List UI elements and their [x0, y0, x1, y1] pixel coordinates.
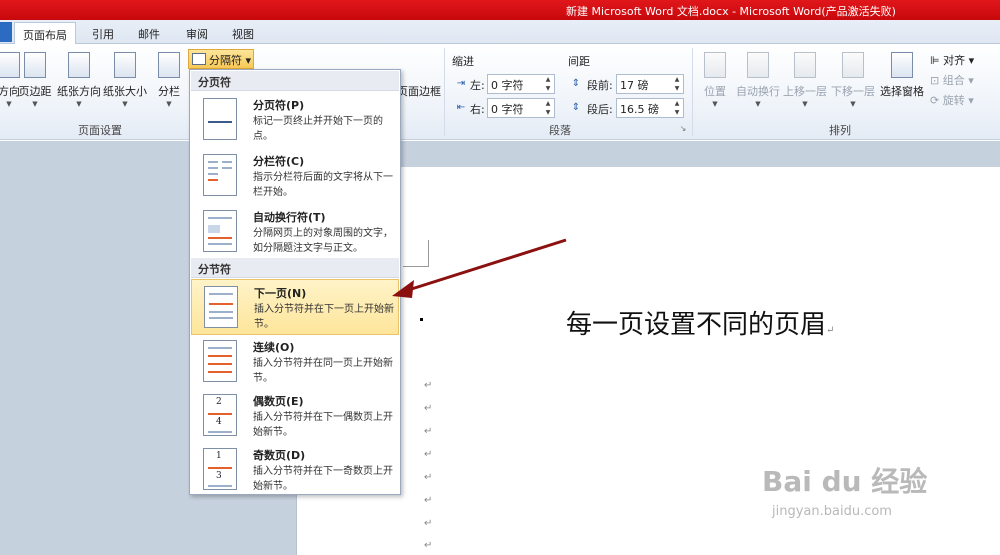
indent-title: 缩进 — [452, 55, 474, 68]
paragraph-mark: ↵ — [424, 472, 433, 483]
page-size-button[interactable]: 纸张大小 ▼ — [102, 50, 148, 112]
bring-forward-icon — [794, 52, 816, 78]
columns-icon — [158, 52, 180, 78]
spinner-arrows-icon[interactable]: ▲ ▼ — [543, 75, 553, 93]
window-title: 新建 Microsoft Word 文档.docx - Microsoft Wo… — [566, 5, 896, 18]
spacing-before-icon: ⇕ — [571, 78, 581, 89]
align-icon: ⊫ — [930, 54, 940, 67]
paragraph-mark: ↵ — [424, 540, 433, 551]
document-heading[interactable]: 每一页设置不同的页眉↵ — [566, 304, 834, 341]
tab-view[interactable]: 视图 — [224, 24, 262, 44]
spacing-before-input[interactable]: 17 磅 ▲ ▼ — [616, 74, 684, 94]
arrange-group-label: 排列 — [829, 124, 851, 137]
group-divider — [444, 48, 445, 136]
selection-pane-button[interactable]: 选择窗格 — [878, 50, 926, 112]
page-size-icon — [114, 52, 136, 78]
page-breaks-header: 分页符 — [191, 71, 399, 91]
column-break-icon — [203, 154, 237, 196]
wrap-text-icon — [747, 52, 769, 78]
indent-right-icon: ⇤ — [456, 102, 466, 113]
send-backward-icon — [842, 52, 864, 78]
send-backward-button[interactable]: 下移一层 ▼ — [830, 50, 876, 112]
bring-forward-button[interactable]: 上移一层 ▼ — [782, 50, 828, 112]
page-setup-group-label: 页面设置 — [78, 124, 122, 137]
paragraph-mark: ↵ — [424, 380, 433, 391]
page-break-icon — [203, 98, 237, 140]
paragraph-mark: ↵ — [424, 449, 433, 460]
anchor-dot — [420, 318, 423, 321]
chevron-down-icon: ▼ — [755, 100, 761, 108]
page-orientation-button[interactable]: 纸张方向 ▼ — [56, 50, 102, 112]
menu-item-odd-page[interactable]: 1 3 奇数页(D) 插入分节符并在下一奇数页上开始新节。 — [191, 442, 399, 498]
paragraph-mark: ↵ — [424, 495, 433, 506]
menu-item-even-page[interactable]: 2 4 偶数页(E) 插入分节符并在下一偶数页上开始新节。 — [191, 388, 399, 444]
margin-corner-mark — [403, 240, 429, 267]
section-breaks-header: 分节符 — [191, 258, 399, 278]
ribbon: 方向 ▼ 页边距 ▼ 纸张方向 ▼ 纸张大小 ▼ 分栏 ▼ 分隔符 ▾ 页面边框… — [0, 44, 1000, 140]
align-button[interactable]: ⊫ 对齐 ▾ — [930, 52, 974, 68]
menu-item-next-page[interactable]: 下一页(N) 插入分节符并在下一页上开始新节。 — [191, 279, 399, 335]
tab-review[interactable]: 审阅 — [178, 24, 216, 44]
page-borders-button[interactable]: 页面边框 — [396, 50, 442, 112]
columns-button[interactable]: 分栏 ▼ — [146, 50, 192, 112]
spinner-arrows-icon[interactable]: ▲ ▼ — [672, 75, 682, 93]
rotate-icon: ⟳ — [930, 94, 940, 107]
breaks-button[interactable]: 分隔符 ▾ — [188, 49, 254, 69]
tab-page-layout[interactable]: 页面布局 — [14, 22, 76, 45]
paragraph-mark: ↵ — [424, 518, 433, 529]
group-button[interactable]: ⊡ 组合 ▾ — [930, 72, 974, 88]
indent-right-input[interactable]: 0 字符 ▲ ▼ — [487, 98, 555, 118]
chevron-down-icon: ▼ — [32, 100, 38, 108]
spacing-after-icon: ⇕ — [571, 102, 581, 113]
baidu-watermark-url: jingyan.baidu.com — [772, 504, 892, 519]
spacing-title: 间距 — [568, 55, 590, 68]
group-icon: ⊡ — [930, 74, 940, 87]
breaks-dropdown-menu: 分页符 分页符(P) 标记一页终止并开始下一页的点。 分栏符(C) 指示分栏符后… — [189, 69, 401, 495]
text-wrapping-break-icon — [203, 210, 237, 252]
menu-item-page-break[interactable]: 分页符(P) 标记一页终止并开始下一页的点。 — [191, 92, 399, 148]
rotate-button[interactable]: ⟳ 旋转 ▾ — [930, 92, 974, 108]
paragraph-group-label: 段落 — [549, 124, 571, 137]
chevron-down-icon: ▼ — [712, 100, 718, 108]
indent-left-icon: ⇥ — [456, 78, 466, 89]
chevron-down-icon: ▼ — [166, 100, 172, 108]
chevron-down-icon: ▼ — [850, 100, 856, 108]
tab-mailings[interactable]: 邮件 — [130, 24, 168, 44]
continuous-break-icon — [203, 340, 237, 382]
indent-left-input[interactable]: 0 字符 ▲ ▼ — [487, 74, 555, 94]
next-page-break-icon — [204, 286, 238, 328]
position-button[interactable]: 位置 ▼ — [692, 50, 738, 112]
breaks-icon — [192, 53, 206, 65]
spacing-after-input[interactable]: 16.5 磅 ▲ ▼ — [616, 98, 684, 118]
baidu-watermark-logo: Bai du 经验 — [762, 465, 928, 498]
page-orientation-icon — [68, 52, 90, 78]
paragraph-mark: ↵ — [424, 403, 433, 414]
selection-pane-icon — [891, 52, 913, 78]
chevron-down-icon: ▼ — [802, 100, 808, 108]
spinner-arrows-icon[interactable]: ▲ ▼ — [543, 99, 553, 117]
odd-page-break-icon: 1 3 — [203, 448, 237, 490]
spinner-arrows-icon[interactable]: ▲ ▼ — [672, 99, 682, 117]
ribbon-tab-row: 页面布局 引用 邮件 审阅 视图 — [0, 20, 1000, 45]
even-page-break-icon: 2 4 — [203, 394, 237, 436]
chevron-down-icon: ▼ — [76, 100, 82, 108]
margins-icon — [24, 52, 46, 78]
chevron-down-icon: ▼ — [122, 100, 128, 108]
paragraph-mark: ↵ — [424, 426, 433, 437]
menu-item-continuous[interactable]: 连续(O) 插入分节符并在同一页上开始新节。 — [191, 334, 399, 390]
title-bar: 新建 Microsoft Word 文档.docx - Microsoft Wo… — [0, 0, 1000, 20]
wrap-text-button[interactable]: 自动换行 ▼ — [736, 50, 780, 112]
dialog-launcher-icon[interactable]: ↘ — [676, 122, 690, 136]
tab-references[interactable]: 引用 — [84, 24, 122, 44]
menu-item-text-wrapping-break[interactable]: 自动换行符(T) 分隔网页上的对象周围的文字，如分隔题注文字与正文。 — [191, 204, 399, 260]
position-icon — [704, 52, 726, 78]
margins-button[interactable]: 页边距 ▼ — [12, 50, 58, 112]
file-tab-edge[interactable] — [0, 22, 12, 42]
menu-item-column-break[interactable]: 分栏符(C) 指示分栏符后面的文字将从下一栏开始。 — [191, 148, 399, 204]
